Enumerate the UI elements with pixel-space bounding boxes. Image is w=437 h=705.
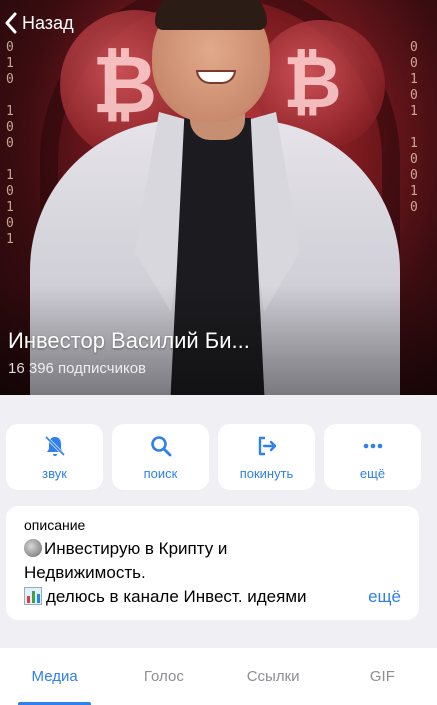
description-header: описание [24,517,86,533]
tab-gif[interactable]: GIF [328,648,437,705]
search-label: поиск [143,465,178,481]
leave-button[interactable]: покинуть [218,424,315,490]
tab-voice[interactable]: Голос [109,648,218,705]
search-icon [150,435,171,456]
leave-icon [258,436,276,455]
more-button[interactable]: ещё [324,424,421,490]
back-label: Назад [22,12,74,33]
description-card: описание Инвестирую в Крипту и Недвижимо… [6,506,419,620]
tab-media[interactable]: Медиа [0,648,109,705]
description-more-link[interactable]: ещё [368,585,401,609]
more-icon [363,443,382,448]
channel-cover: ₿ ₿ 0 1 0 1 0 0 1 0 1 0 1 0 0 1 0 1 1 0 … [0,0,437,395]
channel-actions: звук поиск покинуть ещё [6,424,431,490]
bell-icon [44,435,65,456]
media-tabs: Медиа Голос Ссылки GIF [0,648,437,705]
coin-emoji-icon [24,539,42,557]
subscriber-count: 16 396 подписчиков [8,360,147,377]
description-text: Недвижимость. [24,563,146,582]
mute-button[interactable]: звук [6,424,103,490]
more-label: ещё [359,465,386,481]
description-line: делюсь в канале Инвест. идеями ещё [24,585,401,609]
back-button[interactable]: Назад [4,12,74,34]
description-text: делюсь в канале Инвест. идеями [46,587,307,606]
tab-links[interactable]: Ссылки [219,648,328,705]
channel-title: Инвестор Василий Би... [8,328,250,353]
mute-label: звук [42,465,67,481]
description-text: Инвестирую в Крипту и [44,539,228,558]
chevron-left-icon [5,12,17,34]
description-line: Инвестирую в Крипту и [24,537,401,561]
search-button[interactable]: поиск [112,424,209,490]
leave-label: покинуть [239,465,294,481]
chart-emoji-icon [24,587,42,605]
